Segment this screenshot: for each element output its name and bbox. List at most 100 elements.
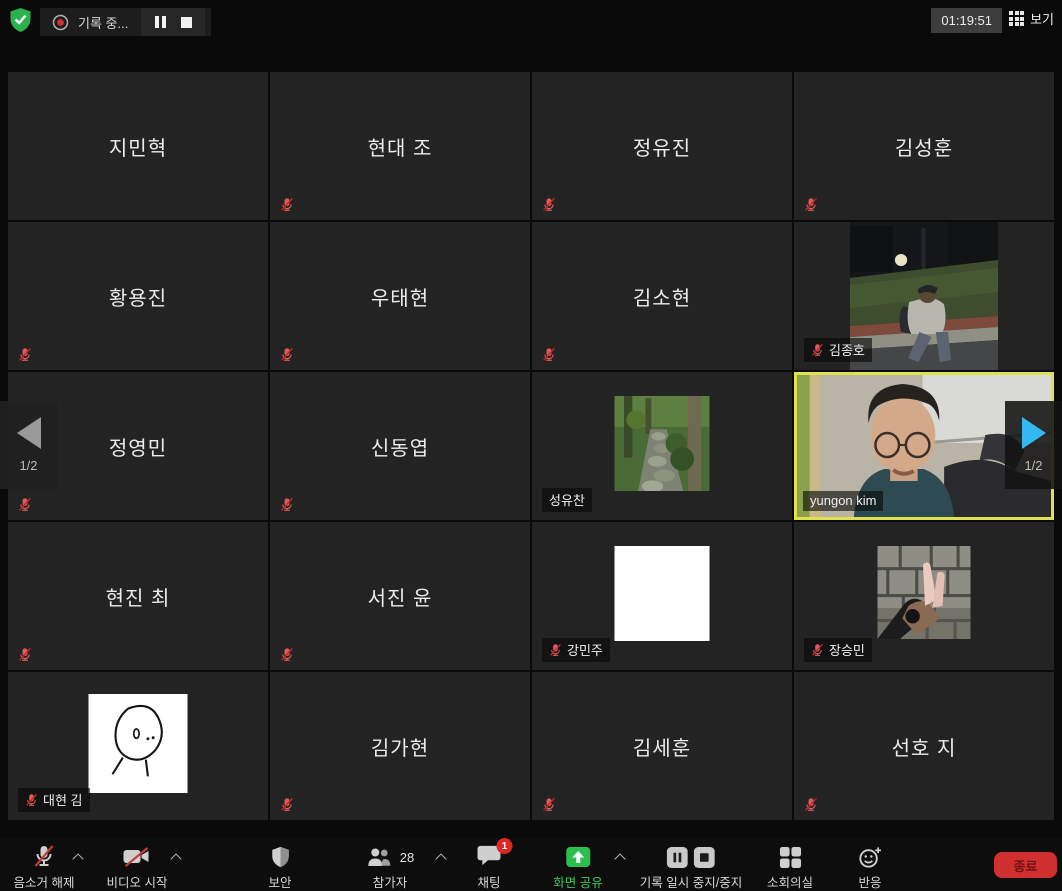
participant-avatar-doodle [89,694,188,793]
participants-label: 참가자 [373,872,408,891]
start-video-label: 비디오 시작 [107,872,168,891]
stop-icon [181,17,192,28]
reactions-label: 반응 [858,872,881,891]
recording-indicator: 기록 중... [40,8,211,36]
participant-name: 대현 김 [43,790,83,809]
video-off-icon [122,846,152,868]
participant-tile[interactable]: 현진 최 [8,522,268,670]
participant-name-label: 성유찬 [542,488,592,512]
participant-name: 황용진 [8,222,268,370]
security-shield-toolbar-icon [269,846,291,868]
participant-avatar-forest [615,396,710,491]
participant-tile[interactable]: 황용진 [8,222,268,370]
muted-mic-icon [18,647,32,662]
top-bar: 기록 중... 01:19:51 보기 [0,0,1062,40]
record-pause-stop-button[interactable]: 기록 일시 중지/중지 [640,844,742,891]
pause-icon [155,16,166,28]
participant-name-label: 김종호 [804,338,872,362]
prev-page-button[interactable]: 1/2 [0,401,57,489]
view-button[interactable]: 보기 [1009,9,1054,28]
unmute-button[interactable]: 음소거 해제 [14,844,75,891]
participants-icon [366,846,392,868]
record-icon [52,14,69,31]
participant-name: 현진 최 [8,522,268,670]
participant-tile[interactable]: 서진 윤 [270,522,530,670]
participant-name: 김종호 [829,340,865,359]
muted-mic-icon [811,343,824,357]
participant-tile-avatar[interactable]: 대현 김 [8,672,268,820]
participant-name: 김가현 [270,672,530,820]
page-indicator: 1/2 [19,458,37,473]
participant-name: 선호 지 [794,672,1054,820]
participant-tile[interactable]: 김가현 [270,672,530,820]
participant-tile-video[interactable]: 김종호 [794,222,1054,370]
participant-tile[interactable]: 지민혁 [8,72,268,220]
start-video-button[interactable]: 비디오 시작 [107,844,168,891]
participant-name-label: 대현 김 [18,788,90,812]
muted-mic-icon [542,797,556,812]
stop-recording-icon [694,847,715,868]
breakout-rooms-label: 소회의실 [767,872,813,891]
participant-tile[interactable]: 정유진 [532,72,792,220]
participant-name-label: yungon kim [803,491,883,511]
participant-name: 김세훈 [532,672,792,820]
participant-tile-avatar[interactable]: 장승민 [794,522,1054,670]
participants-options-chevron[interactable] [435,853,446,864]
participant-name: 김소현 [532,222,792,370]
participant-tile[interactable]: 김세훈 [532,672,792,820]
page-indicator: 1/2 [1024,458,1042,473]
next-page-button[interactable]: 1/2 [1005,401,1062,489]
end-meeting-button[interactable]: 종료 [994,852,1057,878]
shield-check-icon [8,7,33,33]
recording-pause-button[interactable] [149,11,171,33]
muted-mic-toolbar-icon [29,845,58,869]
share-screen-icon [565,846,591,868]
muted-mic-icon [280,197,294,212]
muted-mic-icon [542,197,556,212]
muted-mic-icon [18,347,32,362]
participant-avatar-white-square [615,546,710,641]
reactions-button[interactable]: 반응 [858,844,883,891]
participant-tile[interactable]: 신동엽 [270,372,530,520]
muted-mic-icon [280,797,294,812]
participant-name: 성유찬 [549,490,585,509]
participant-video-night-photo [850,222,998,370]
participants-button[interactable]: 28 참가자 [366,844,414,891]
video-options-chevron[interactable] [170,853,181,864]
security-button[interactable]: 보안 [268,844,291,891]
participant-name-label: 강민주 [542,638,610,662]
security-shield-icon[interactable] [7,7,34,34]
chevron-right-icon [1022,417,1046,449]
participants-count: 28 [400,850,414,865]
muted-mic-icon [280,347,294,362]
participant-avatar-hand-pavement [878,546,971,639]
muted-mic-icon [811,643,824,657]
chevron-left-icon [17,417,41,449]
participant-name-label: 장승민 [804,638,872,662]
participant-tile-avatar[interactable]: 성유찬 [532,372,792,520]
chat-label: 채팅 [477,872,500,891]
pause-recording-icon [667,847,688,868]
view-label: 보기 [1030,9,1054,28]
muted-mic-icon [25,793,38,807]
chat-button[interactable]: 1 채팅 [477,844,502,891]
share-screen-button[interactable]: 화면 공유 [553,844,602,891]
participant-tile-avatar[interactable]: 강민주 [532,522,792,670]
participant-name: 강민주 [567,640,603,659]
participant-tile[interactable]: 현대 조 [270,72,530,220]
muted-mic-icon [280,647,294,662]
breakout-rooms-button[interactable]: 소회의실 [767,844,813,891]
share-options-chevron[interactable] [614,853,625,864]
recording-stop-button[interactable] [175,11,197,33]
participant-tile[interactable]: 김성훈 [794,72,1054,220]
unmute-label: 음소거 해제 [14,872,75,891]
muted-mic-icon [804,197,818,212]
participant-name: yungon kim [810,493,876,508]
participant-tile[interactable]: 김소현 [532,222,792,370]
participant-tile[interactable]: 우태현 [270,222,530,370]
share-screen-label: 화면 공유 [553,872,602,891]
reactions-smiley-icon [858,846,883,869]
participant-name: 지민혁 [8,72,268,220]
participant-tile[interactable]: 선호 지 [794,672,1054,820]
video-grid: 지민혁 현대 조 정유진 김성훈 황용진 우태현 김소현 [8,72,1054,820]
